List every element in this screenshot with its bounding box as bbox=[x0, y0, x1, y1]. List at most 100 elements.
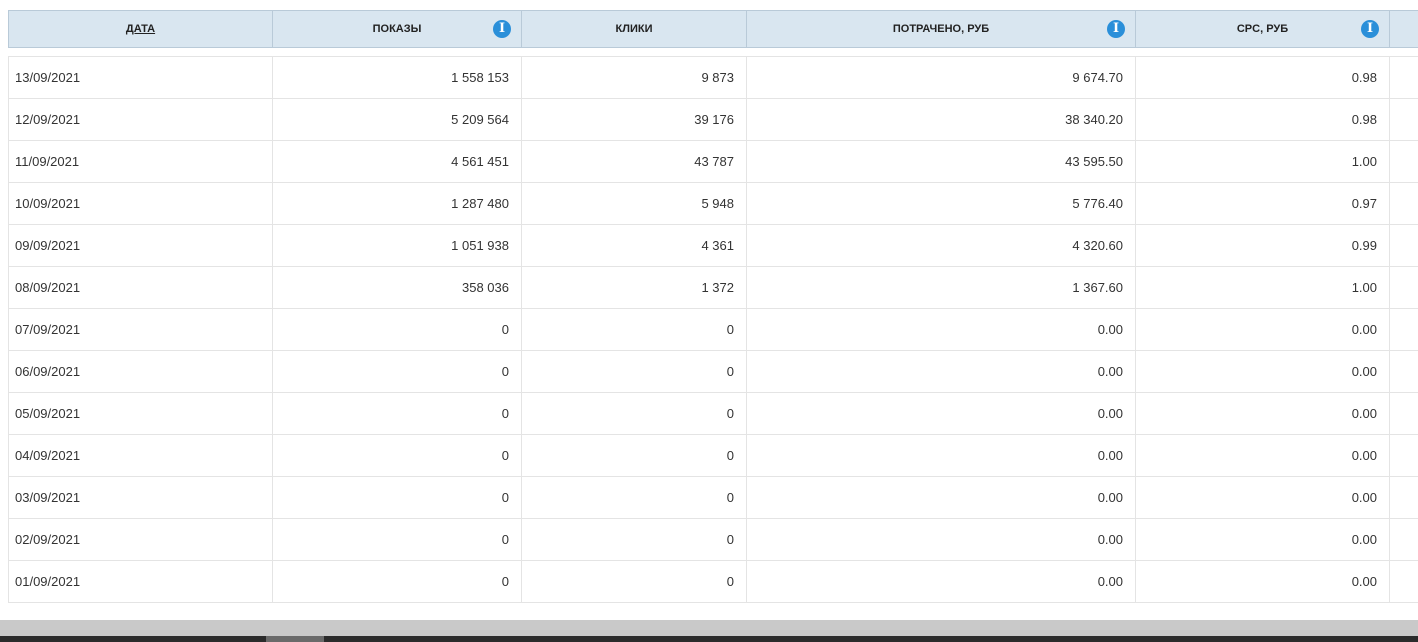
table-row: 02/09/2021 0 0 0.00 0.00 bbox=[8, 518, 1418, 561]
cell-spent: 0.00 bbox=[746, 392, 1136, 435]
column-header-impressions: ПОКАЗЫ i bbox=[272, 10, 522, 48]
table-row: 05/09/2021 0 0 0.00 0.00 bbox=[8, 392, 1418, 435]
column-header-cpc-label: CPC, РУБ bbox=[1236, 23, 1289, 35]
cell-date: 13/09/2021 bbox=[8, 56, 273, 99]
table-body: 13/09/2021 1 558 153 9 873 9 674.70 0.98… bbox=[8, 48, 1418, 603]
cell-impressions: 0 bbox=[272, 518, 522, 561]
table-row: 06/09/2021 0 0 0.00 0.00 bbox=[8, 350, 1418, 393]
column-header-clicks: КЛИКИ bbox=[521, 10, 747, 48]
cell-clicks: 0 bbox=[521, 308, 747, 351]
cell-cpc: 0.00 bbox=[1135, 392, 1390, 435]
cell-extra bbox=[1389, 98, 1418, 141]
table-row: 01/09/2021 0 0 0.00 0.00 bbox=[8, 560, 1418, 603]
cell-spent: 0.00 bbox=[746, 476, 1136, 519]
table-row: 07/09/2021 0 0 0.00 0.00 bbox=[8, 308, 1418, 351]
statistics-table-container: ДАТА ПОКАЗЫ i КЛИКИ ПОТРАЧЕНО, РУБ i CPC… bbox=[8, 10, 1418, 603]
cell-impressions: 0 bbox=[272, 434, 522, 477]
cell-date: 09/09/2021 bbox=[8, 224, 273, 267]
table-row: 08/09/2021 358 036 1 372 1 367.60 1.00 bbox=[8, 266, 1418, 309]
cell-date: 07/09/2021 bbox=[8, 308, 273, 351]
table-row: 04/09/2021 0 0 0.00 0.00 bbox=[8, 434, 1418, 477]
cell-spent: 4 320.60 bbox=[746, 224, 1136, 267]
column-header-clicks-label: КЛИКИ bbox=[615, 23, 653, 35]
cell-spent: 9 674.70 bbox=[746, 56, 1136, 99]
bottom-taskbar bbox=[0, 636, 1418, 642]
cell-cpc: 0.00 bbox=[1135, 308, 1390, 351]
cell-spent: 0.00 bbox=[746, 308, 1136, 351]
table-row: 11/09/2021 4 561 451 43 787 43 595.50 1.… bbox=[8, 140, 1418, 183]
cell-impressions: 1 287 480 bbox=[272, 182, 522, 225]
table-header-row: ДАТА ПОКАЗЫ i КЛИКИ ПОТРАЧЕНО, РУБ i CPC… bbox=[8, 10, 1418, 48]
cell-cpc: 0.98 bbox=[1135, 56, 1390, 99]
cell-spent: 1 367.60 bbox=[746, 266, 1136, 309]
cell-extra bbox=[1389, 224, 1418, 267]
cell-spent: 43 595.50 bbox=[746, 140, 1136, 183]
cell-extra bbox=[1389, 518, 1418, 561]
cell-extra bbox=[1389, 350, 1418, 393]
cell-cpc: 1.00 bbox=[1135, 266, 1390, 309]
cell-date: 01/09/2021 bbox=[8, 560, 273, 603]
cell-clicks: 0 bbox=[521, 392, 747, 435]
cell-extra bbox=[1389, 560, 1418, 603]
cell-cpc: 0.99 bbox=[1135, 224, 1390, 267]
cell-extra bbox=[1389, 308, 1418, 351]
cell-extra bbox=[1389, 434, 1418, 477]
cell-clicks: 0 bbox=[521, 350, 747, 393]
cell-spent: 0.00 bbox=[746, 518, 1136, 561]
cell-clicks: 1 372 bbox=[521, 266, 747, 309]
cell-spent: 0.00 bbox=[746, 560, 1136, 603]
cell-date: 10/09/2021 bbox=[8, 182, 273, 225]
column-header-impressions-label: ПОКАЗЫ bbox=[372, 23, 422, 35]
cell-impressions: 0 bbox=[272, 308, 522, 351]
cell-clicks: 0 bbox=[521, 518, 747, 561]
cell-clicks: 5 948 bbox=[521, 182, 747, 225]
cell-date: 11/09/2021 bbox=[8, 140, 273, 183]
cell-date: 08/09/2021 bbox=[8, 266, 273, 309]
column-header-date-label[interactable]: ДАТА bbox=[9, 23, 272, 35]
cell-date: 03/09/2021 bbox=[8, 476, 273, 519]
cell-clicks: 39 176 bbox=[521, 98, 747, 141]
cell-date: 02/09/2021 bbox=[8, 518, 273, 561]
cell-extra bbox=[1389, 140, 1418, 183]
cell-date: 06/09/2021 bbox=[8, 350, 273, 393]
cell-impressions: 0 bbox=[272, 560, 522, 603]
table-row: 09/09/2021 1 051 938 4 361 4 320.60 0.99 bbox=[8, 224, 1418, 267]
cell-impressions: 4 561 451 bbox=[272, 140, 522, 183]
cell-clicks: 0 bbox=[521, 560, 747, 603]
cell-date: 05/09/2021 bbox=[8, 392, 273, 435]
table-row: 13/09/2021 1 558 153 9 873 9 674.70 0.98 bbox=[8, 56, 1418, 99]
cell-cpc: 0.00 bbox=[1135, 476, 1390, 519]
cell-impressions: 1 051 938 bbox=[272, 224, 522, 267]
column-header-extra bbox=[1389, 10, 1418, 48]
taskbar-active-tab[interactable] bbox=[266, 636, 324, 642]
cell-cpc: 0.97 bbox=[1135, 182, 1390, 225]
statistics-table: ДАТА ПОКАЗЫ i КЛИКИ ПОТРАЧЕНО, РУБ i CPC… bbox=[8, 10, 1418, 603]
cell-extra bbox=[1389, 266, 1418, 309]
cell-cpc: 0.00 bbox=[1135, 518, 1390, 561]
cell-spent: 5 776.40 bbox=[746, 182, 1136, 225]
cell-clicks: 43 787 bbox=[521, 140, 747, 183]
cell-impressions: 5 209 564 bbox=[272, 98, 522, 141]
cell-impressions: 0 bbox=[272, 350, 522, 393]
cell-impressions: 1 558 153 bbox=[272, 56, 522, 99]
cell-cpc: 1.00 bbox=[1135, 140, 1390, 183]
header-spacer bbox=[9, 48, 1418, 57]
info-icon[interactable]: i bbox=[1107, 20, 1125, 38]
cell-extra bbox=[1389, 56, 1418, 99]
column-header-date[interactable]: ДАТА bbox=[8, 10, 273, 48]
column-header-spent-label: ПОТРАЧЕНО, РУБ bbox=[892, 23, 990, 35]
column-header-spent: ПОТРАЧЕНО, РУБ i bbox=[746, 10, 1136, 48]
cell-clicks: 0 bbox=[521, 476, 747, 519]
table-row: 03/09/2021 0 0 0.00 0.00 bbox=[8, 476, 1418, 519]
column-header-cpc: CPC, РУБ i bbox=[1135, 10, 1390, 48]
cell-impressions: 0 bbox=[272, 392, 522, 435]
cell-spent: 38 340.20 bbox=[746, 98, 1136, 141]
info-icon[interactable]: i bbox=[493, 20, 511, 38]
table-row: 12/09/2021 5 209 564 39 176 38 340.20 0.… bbox=[8, 98, 1418, 141]
cell-cpc: 0.98 bbox=[1135, 98, 1390, 141]
cell-clicks: 9 873 bbox=[521, 56, 747, 99]
info-icon[interactable]: i bbox=[1361, 20, 1379, 38]
cell-date: 04/09/2021 bbox=[8, 434, 273, 477]
cell-clicks: 0 bbox=[521, 434, 747, 477]
cell-clicks: 4 361 bbox=[521, 224, 747, 267]
